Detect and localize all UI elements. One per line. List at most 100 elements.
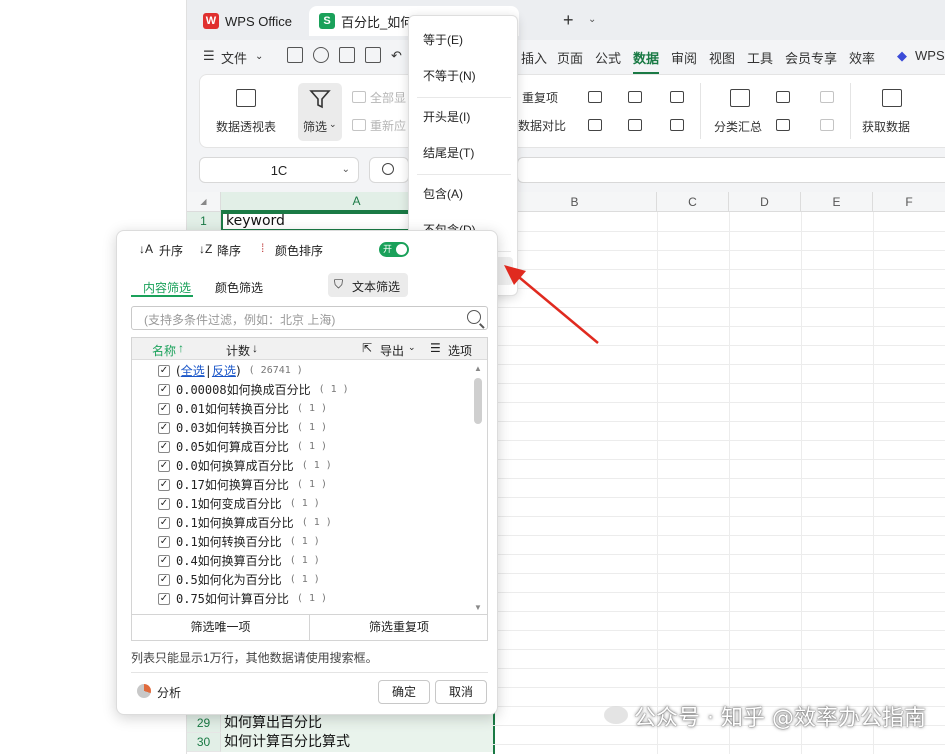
zoom-search-button[interactable] [369,157,409,183]
list-item[interactable]: ✓ 0.17如何换算百分比 ( 1 ) [158,475,327,494]
menu-item-contains[interactable]: 包含(A) [415,180,513,208]
column-header-d[interactable]: D [729,192,801,212]
list-item[interactable]: ✓ 0.01如何转换百分比 ( 1 ) [158,399,327,418]
list-item[interactable]: ✓ 0.03如何转换百分比 ( 1 ) [158,418,327,437]
hamburger-icon[interactable]: ☰ [203,48,215,64]
tab-color-filter[interactable]: 颜色筛选 [215,279,263,296]
menu-tools[interactable]: 工具 [747,48,773,67]
checkbox-checked-icon[interactable]: ✓ [158,459,170,472]
list-item[interactable]: ✓ 0.1如何转换百分比 ( 1 ) [158,532,320,551]
ungroup-icon[interactable] [776,119,790,131]
checkbox-checked-icon[interactable]: ✓ [158,573,170,586]
sort-by-name-button[interactable]: 名称 [152,342,176,359]
checkbox-checked-icon[interactable]: ✓ [158,535,170,548]
scroll-down-icon[interactable]: ▼ [474,603,482,612]
menu-file[interactable]: 文件 [221,48,247,67]
checkbox-checked-icon[interactable]: ✓ [158,383,170,396]
dropdown-list-icon[interactable] [628,119,642,131]
select-all-link[interactable]: 全选 [181,362,205,379]
subtotal-button[interactable]: 分类汇总 [714,118,762,135]
filter-button[interactable]: 筛选 ⌄ [298,83,342,141]
list-item[interactable]: ✓ 0.4如何换算百分比 ( 1 ) [158,551,320,570]
list-item[interactable]: ✓ 0.5如何化为百分比 ( 1 ) [158,570,320,589]
get-data-icon[interactable] [882,89,902,107]
save-icon[interactable] [287,47,303,63]
text-filter-button[interactable]: ⛉ 文本筛选 [328,273,408,297]
list-item[interactable]: ✓ 0.00008如何换成百分比 ( 1 ) [158,380,349,399]
sort-desc-button[interactable]: 降序 [217,242,241,259]
filter-duplicates-button[interactable]: 筛选重复项 [310,615,488,640]
select-all-corner[interactable]: ◢ [187,192,221,212]
menu-item-not-equals[interactable]: 不等于(N) [415,62,513,90]
show-all-button[interactable]: 全部显 [370,89,406,106]
split-column-icon[interactable] [588,91,602,103]
cell-a29[interactable]: 如何算出百分比 [221,714,493,733]
fill-icon[interactable] [628,91,642,103]
undo-icon[interactable]: ↶ [391,48,402,64]
tab-content-filter[interactable]: 内容筛选 [143,279,191,296]
scroll-up-icon[interactable]: ▲ [474,364,482,373]
sort-asc-button[interactable]: 升序 [159,242,183,259]
pivot-table-button[interactable]: 数据透视表 [216,118,276,135]
menu-item-equals[interactable]: 等于(E) [415,26,513,54]
row-header-30[interactable]: 30 [187,733,221,752]
pivot-table-icon[interactable] [236,89,256,107]
list-item[interactable]: ✓ 0.05如何算成百分比 ( 1 ) [158,437,327,456]
options-button[interactable]: 选项 [448,342,472,359]
ok-button[interactable]: 确定 [378,680,430,704]
checkbox-checked-icon[interactable]: ✓ [158,402,170,415]
name-box[interactable]: 1C ⌄ [199,157,359,183]
tab-wps-office[interactable]: W WPS Office [193,6,305,36]
row-header-1[interactable]: 1 [187,212,221,231]
print-preview-icon[interactable] [365,47,381,63]
filter-unique-button[interactable]: 筛选唯一项 [132,615,310,640]
row-header-29[interactable]: 29 [187,714,221,733]
cancel-button[interactable]: 取消 [435,680,487,704]
list-item[interactable]: ✓ 0.0如何换算成百分比 ( 1 ) [158,456,332,475]
new-tab-button[interactable]: + [563,10,574,31]
menu-member[interactable]: 会员专享 [785,48,837,67]
list-item[interactable]: ✓ 0.1如何变成百分比 ( 1 ) [158,494,320,513]
checkbox-checked-icon[interactable]: ✓ [158,516,170,529]
tab-menu-chevron-icon[interactable]: ⌄ [588,14,596,25]
subtotal-icon[interactable] [730,89,750,107]
filter-search-input[interactable]: (支持多条件过滤，例如：北京 上海) [131,306,488,330]
checkbox-checked-icon[interactable]: ✓ [158,364,170,377]
export-button[interactable]: 导出 [380,342,404,359]
checkbox-checked-icon[interactable]: ✓ [158,421,170,434]
menu-wps-ai[interactable]: WPS [915,48,945,63]
checkbox-checked-icon[interactable]: ✓ [158,440,170,453]
cell-a30[interactable]: 如何计算百分比算式 [221,733,493,752]
column-header-e[interactable]: E [801,192,873,212]
list-item-select-all[interactable]: ✓ ( 全选 | 反选 ) ( 26741 ) [158,361,303,380]
checkbox-checked-icon[interactable]: ✓ [158,497,170,510]
get-data-button[interactable]: 获取数据 [862,118,910,135]
menu-review[interactable]: 审阅 [671,48,697,67]
reapply-button[interactable]: 重新应 [370,117,406,134]
group-icon[interactable] [776,91,790,103]
invert-selection-link[interactable]: 反选 [212,362,236,379]
menu-item-ends-with[interactable]: 结尾是(T) [415,139,513,167]
share-icon[interactable] [313,47,329,63]
analyze-button[interactable]: 分析 [157,684,181,701]
menu-page[interactable]: 页面 [557,48,583,67]
menu-item-begins-with[interactable]: 开头是(I) [415,103,513,131]
column-header-f[interactable]: F [873,192,945,212]
file-chevron-icon[interactable]: ⌄ [255,51,263,62]
outline-icon[interactable] [670,119,684,131]
list-item[interactable]: ✓ 0.75如何计算百分比 ( 1 ) [158,589,327,608]
filter-value-list[interactable]: 名称 ↑ 计数 ↓ ⇱ 导出 ⌄ ☰ 选项 ✓ ( 全选 | 反选 ) ( 26… [131,337,488,615]
pie-chart-icon[interactable] [137,684,151,698]
duplicates-button[interactable]: 重复项 [522,89,558,106]
search-icon[interactable] [467,310,481,324]
auto-filter-toggle[interactable]: 开 [379,242,409,257]
list-item[interactable]: ✓ 0.1如何换算成百分比 ( 1 ) [158,513,332,532]
menu-data[interactable]: 数据 [633,48,660,74]
sort-by-count-button[interactable]: 计数 [226,342,250,359]
scroll-thumb[interactable] [474,378,482,424]
menu-insert[interactable]: 插入 [521,48,547,67]
checkbox-checked-icon[interactable]: ✓ [158,478,170,491]
print-icon[interactable] [339,47,355,63]
color-sort-button[interactable]: 颜色排序 [275,242,323,259]
column-header-c[interactable]: C [657,192,729,212]
